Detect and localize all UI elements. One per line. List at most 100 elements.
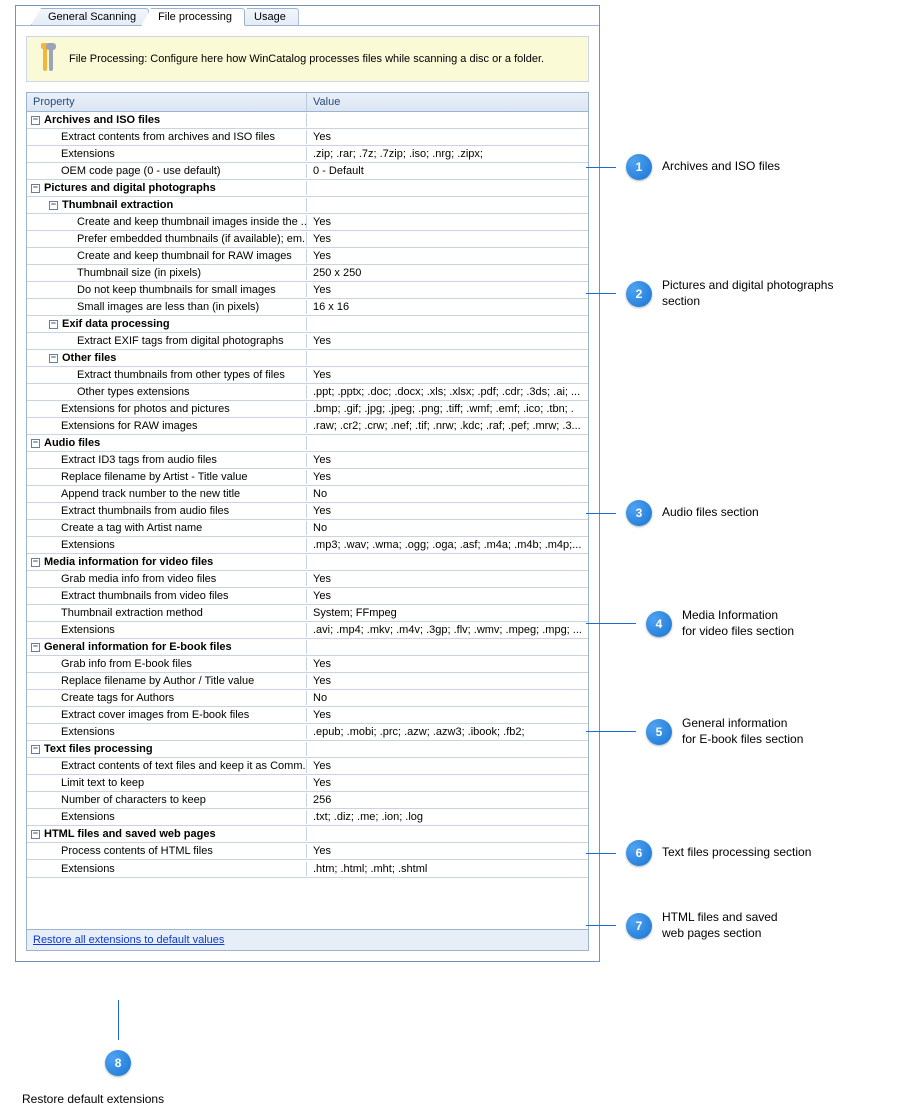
expander-icon[interactable]: − xyxy=(31,745,40,754)
property-name: Extract EXIF tags from digital photograp… xyxy=(77,335,284,347)
property-audio-replace[interactable]: Replace filename by Artist - Title value… xyxy=(27,469,588,486)
property-value: .avi; .mp4; .mkv; .m4v; .3gp; .flv; .wmv… xyxy=(313,624,582,636)
property-raw-ext[interactable]: Extensions for RAW images.raw; .cr2; .cr… xyxy=(27,418,588,435)
property-name: Extensions xyxy=(61,811,115,823)
property-audio-id3[interactable]: Extract ID3 tags from audio filesYes xyxy=(27,452,588,469)
property-audio-ext[interactable]: Extensions.mp3; .wav; .wma; .ogg; .oga; … xyxy=(27,537,588,554)
restore-defaults-link[interactable]: Restore all extensions to default values xyxy=(33,934,224,946)
property-value: Yes xyxy=(313,131,331,143)
column-header-value[interactable]: Value xyxy=(307,93,588,111)
property-ebook-tags[interactable]: Create tags for AuthorsNo xyxy=(27,690,588,707)
property-html-ext[interactable]: Extensions.htm; .html; .mht; .shtml xyxy=(27,860,588,877)
property-html-process[interactable]: Process contents of HTML filesYes xyxy=(27,843,588,860)
tab-file-processing[interactable]: File processing xyxy=(141,8,245,26)
property-archives-extract[interactable]: Extract contents from archives and ISO f… xyxy=(27,129,588,146)
property-name: Small images are less than (in pixels) xyxy=(77,301,259,313)
property-value: Yes xyxy=(313,760,331,772)
property-name: Extensions xyxy=(61,624,115,636)
property-value: Yes xyxy=(313,454,331,466)
expander-icon[interactable]: − xyxy=(31,116,40,125)
property-text-extract[interactable]: Extract contents of text files and keep … xyxy=(27,758,588,775)
section-other-files[interactable]: −Other files xyxy=(27,350,588,367)
property-pic-ext[interactable]: Extensions for photos and pictures.bmp; … xyxy=(27,401,588,418)
property-value: Yes xyxy=(313,709,331,721)
property-ebook-grab[interactable]: Grab info from E-book filesYes xyxy=(27,656,588,673)
section-pictures[interactable]: −Pictures and digital photographs xyxy=(27,180,588,197)
callout-bubble: 5 xyxy=(646,719,672,745)
section-title: Text files processing xyxy=(44,743,153,755)
property-thumb-raw[interactable]: Create and keep thumbnail for RAW images… xyxy=(27,248,588,265)
callout-label: General information for E-book files sec… xyxy=(682,716,803,747)
section-archives[interactable]: −Archives and ISO files xyxy=(27,112,588,129)
property-ebook-cover[interactable]: Extract cover images from E-book filesYe… xyxy=(27,707,588,724)
expander-icon[interactable]: − xyxy=(49,201,58,210)
property-thumb-prefer[interactable]: Prefer embedded thumbnails (if available… xyxy=(27,231,588,248)
property-value: .txt; .diz; .me; .ion; .log xyxy=(313,811,423,823)
property-video-thumb[interactable]: Extract thumbnails from video files Yes xyxy=(27,588,588,605)
property-name: Thumbnail size (in pixels) xyxy=(77,267,201,279)
property-other-ext[interactable]: Other types extensions.ppt; .pptx; .doc;… xyxy=(27,384,588,401)
grid-empty-area xyxy=(27,877,588,929)
property-name: Grab media info from video files xyxy=(61,573,216,585)
section-video[interactable]: −Media information for video files xyxy=(27,554,588,571)
property-thumb-size[interactable]: Thumbnail size (in pixels)250 x 250 xyxy=(27,265,588,282)
property-audio-thumb[interactable]: Extract thumbnails from audio filesYes xyxy=(27,503,588,520)
section-text[interactable]: −Text files processing xyxy=(27,741,588,758)
property-archives-ext[interactable]: Extensions.zip; .rar; .7z; .7zip; .iso; … xyxy=(27,146,588,163)
property-text-count[interactable]: Number of characters to keep256 xyxy=(27,792,588,809)
property-video-method[interactable]: Thumbnail extraction methodSystem; FFmpe… xyxy=(27,605,588,622)
grid-header: Property Value xyxy=(27,93,588,112)
property-name: Other types extensions xyxy=(77,386,190,398)
property-other-extract[interactable]: Extract thumbnails from other types of f… xyxy=(27,367,588,384)
expander-icon[interactable]: − xyxy=(49,354,58,363)
property-value: No xyxy=(313,488,327,500)
property-name: OEM code page (0 - use default) xyxy=(61,165,221,177)
expander-icon[interactable]: − xyxy=(31,643,40,652)
property-video-ext[interactable]: Extensions .avi; .mp4; .mkv; .m4v; .3gp; … xyxy=(27,622,588,639)
property-name: Extract thumbnails from other types of f… xyxy=(77,369,285,381)
property-ebook-replace[interactable]: Replace filename by Author / Title value… xyxy=(27,673,588,690)
expander-icon[interactable]: − xyxy=(31,558,40,567)
callout-label: Audio files section xyxy=(662,505,759,521)
property-name: Extract thumbnails from video files xyxy=(61,590,229,602)
property-name: Append track number to the new title xyxy=(61,488,240,500)
expander-icon[interactable]: − xyxy=(31,439,40,448)
callout-4: 4 Media Information for video files sect… xyxy=(586,608,794,639)
section-audio[interactable]: −Audio files xyxy=(27,435,588,452)
tab-label: General Scanning xyxy=(48,11,136,23)
section-thumb-extraction[interactable]: −Thumbnail extraction xyxy=(27,197,588,214)
tab-label: File processing xyxy=(158,11,232,23)
property-thumb-create[interactable]: Create and keep thumbnail images inside … xyxy=(27,214,588,231)
info-banner: File Processing: Configure here how WinC… xyxy=(26,36,589,82)
property-audio-track[interactable]: Append track number to the new title No xyxy=(27,486,588,503)
section-title: General information for E-book files xyxy=(44,641,232,653)
property-thumb-nosmall[interactable]: Do not keep thumbnails for small imagesY… xyxy=(27,282,588,299)
expander-icon[interactable]: − xyxy=(31,184,40,193)
property-text-limit[interactable]: Limit text to keepYes xyxy=(27,775,588,792)
property-value: Yes xyxy=(313,590,331,602)
property-value: .mp3; .wav; .wma; .ogg; .oga; .asf; .m4a… xyxy=(313,539,581,551)
expander-icon[interactable]: − xyxy=(31,830,40,839)
column-header-property[interactable]: Property xyxy=(27,93,307,111)
property-ebook-ext[interactable]: Extensions.epub; .mobi; .prc; .azw; .azw… xyxy=(27,724,588,741)
property-video-grab[interactable]: Grab media info from video filesYes xyxy=(27,571,588,588)
property-value: 0 - Default xyxy=(313,165,364,177)
expander-icon[interactable]: − xyxy=(49,320,58,329)
property-name: Create and keep thumbnail for RAW images xyxy=(77,250,292,262)
tab-usage[interactable]: Usage xyxy=(237,8,299,25)
property-name: Extensions xyxy=(61,726,115,738)
property-thumb-smallsize[interactable]: Small images are less than (in pixels)16… xyxy=(27,299,588,316)
section-html[interactable]: −HTML files and saved web pages xyxy=(27,826,588,843)
property-text-ext[interactable]: Extensions .txt; .diz; .me; .ion; .log xyxy=(27,809,588,826)
callout-connector xyxy=(586,731,636,732)
section-ebook[interactable]: −General information for E-book files xyxy=(27,639,588,656)
property-exif-extract[interactable]: Extract EXIF tags from digital photograp… xyxy=(27,333,588,350)
property-audio-tag[interactable]: Create a tag with Artist nameNo xyxy=(27,520,588,537)
tab-general-scanning[interactable]: General Scanning xyxy=(31,8,149,25)
property-name: Extract contents from archives and ISO f… xyxy=(61,131,275,143)
property-archives-oem[interactable]: OEM code page (0 - use default) 0 - Defau… xyxy=(27,163,588,180)
section-exif[interactable]: −Exif data processing xyxy=(27,316,588,333)
grid-body: −Archives and ISO files Extract contents … xyxy=(27,112,588,877)
property-name: Prefer embedded thumbnails (if available… xyxy=(77,233,307,245)
property-value: No xyxy=(313,522,327,534)
